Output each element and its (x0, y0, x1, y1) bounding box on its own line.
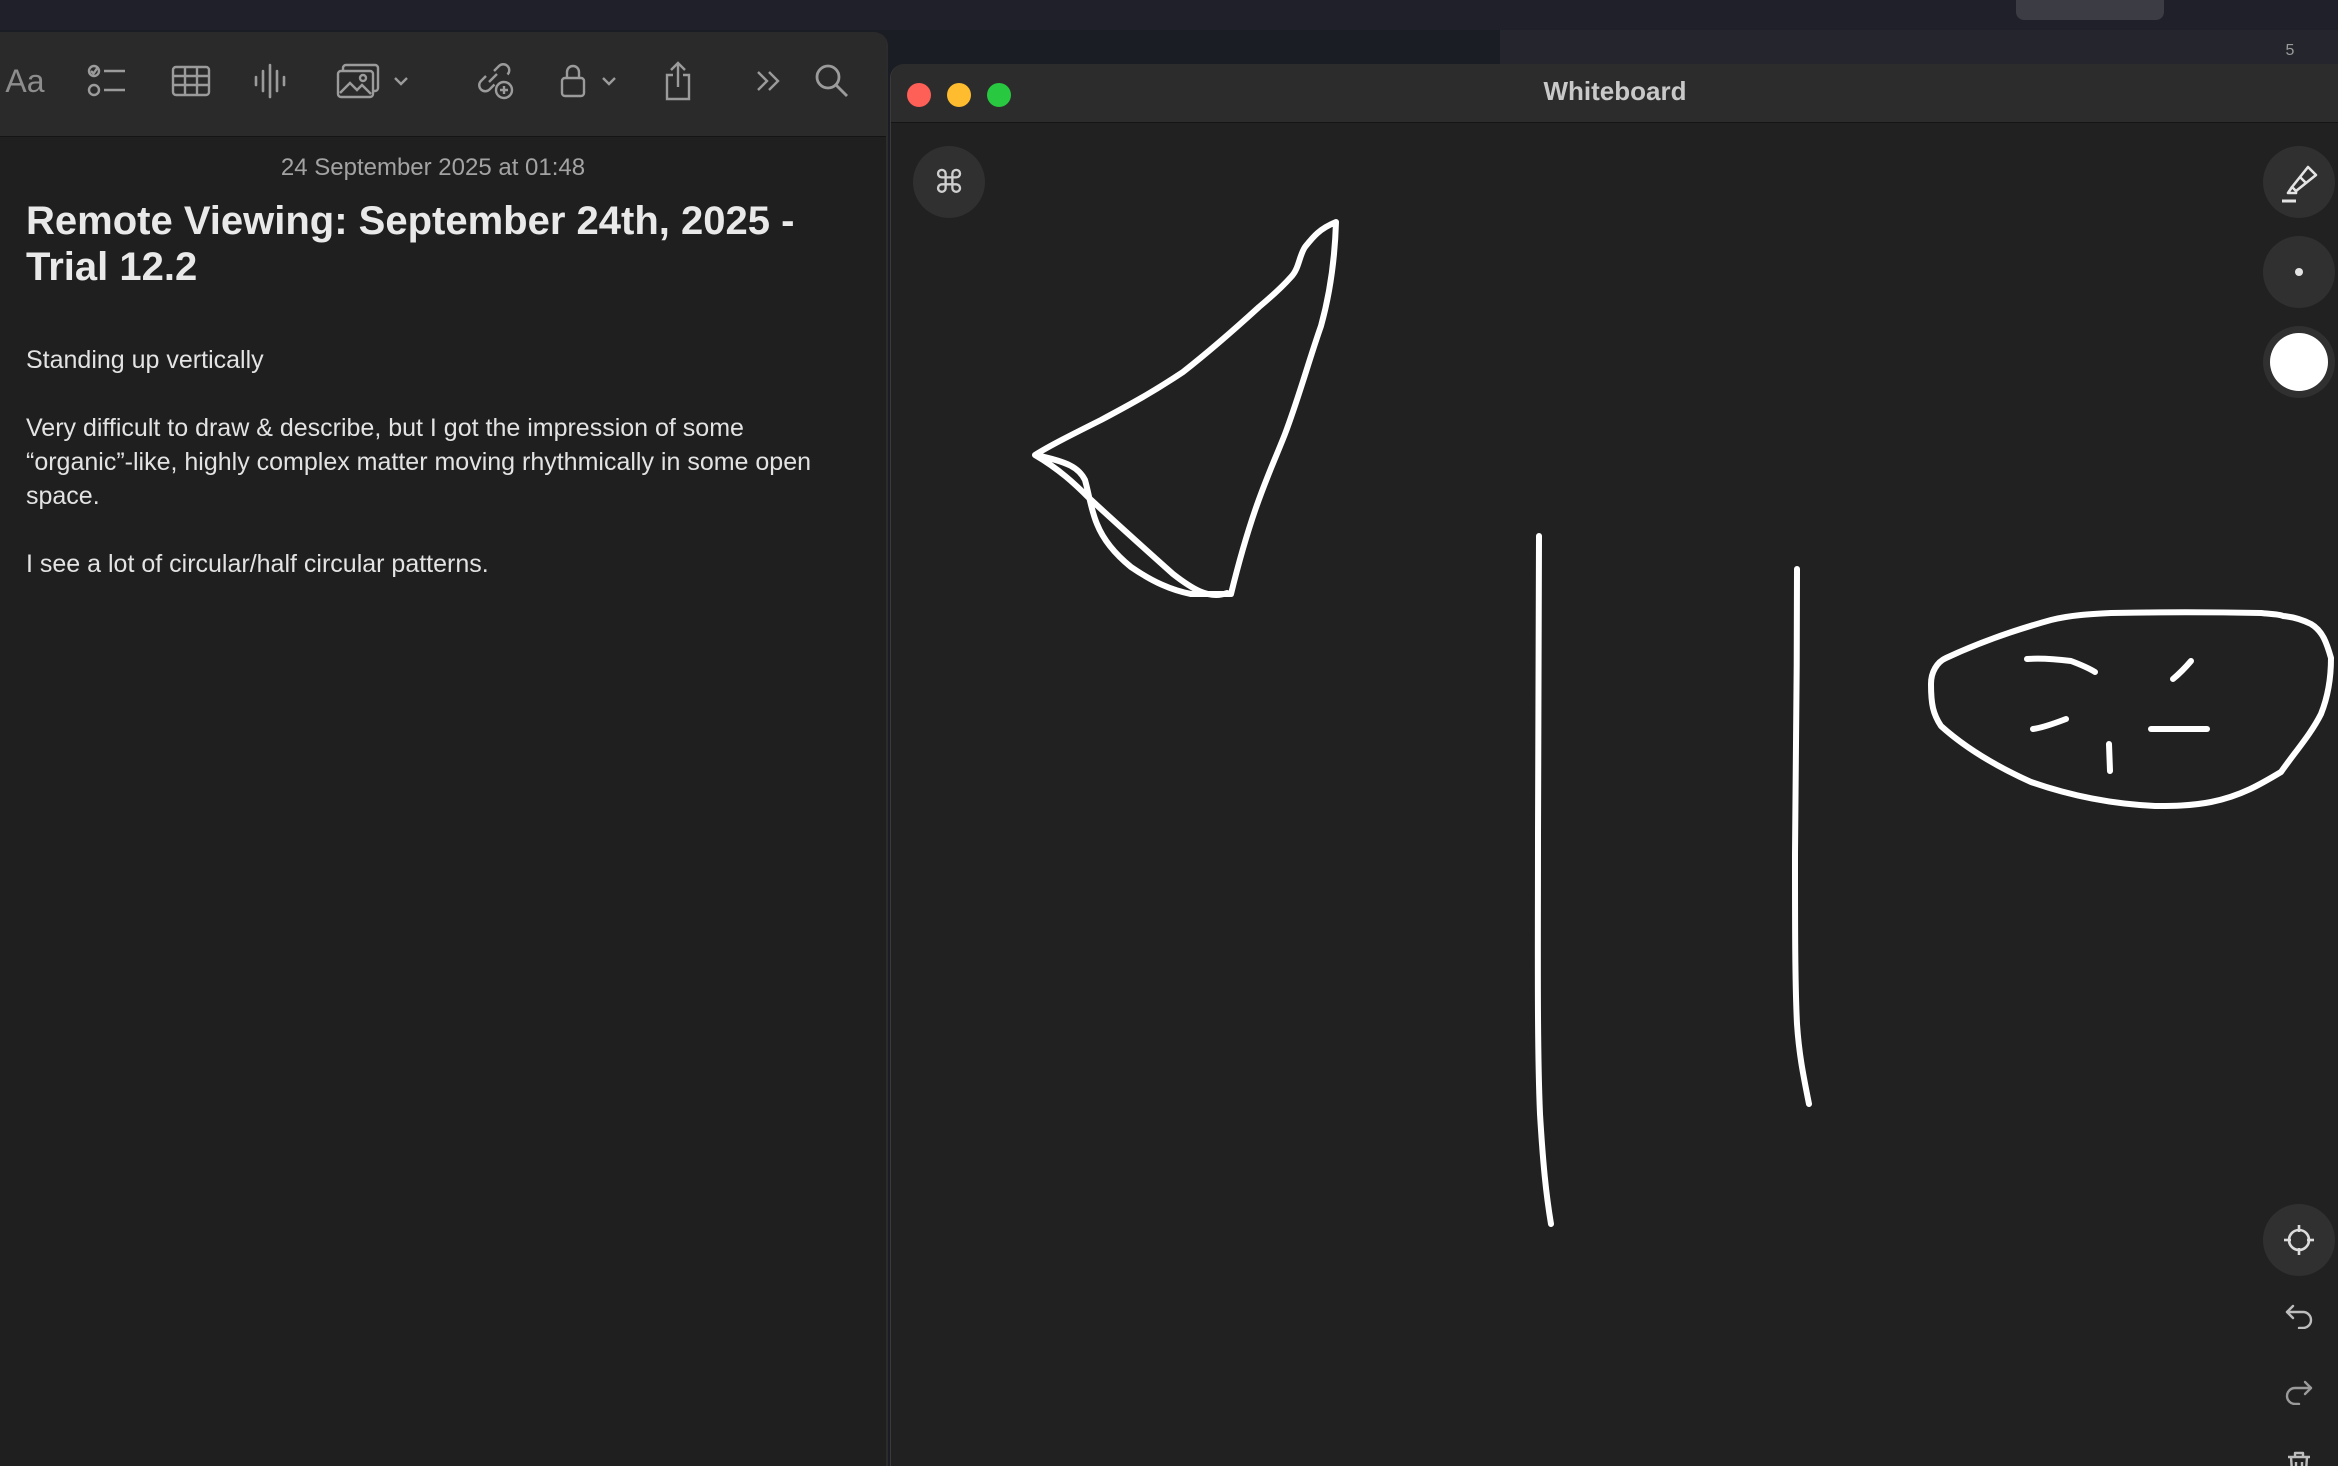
extension-badge: 5 (2285, 42, 2295, 59)
note-date: 24 September 2025 at 01:48 (280, 154, 586, 181)
whiteboard-title: Whiteboard (1543, 76, 1687, 106)
table-icon[interactable] (168, 58, 214, 104)
color-white-swatch[interactable] (2263, 326, 2335, 398)
stroke-line-right (1792, 566, 1812, 1107)
stroke-face-eye-left (2030, 716, 2069, 732)
stroke-face-mark (2106, 741, 2113, 774)
browser-background-tab[interactable] (2016, 0, 2164, 20)
format-button[interactable]: Aa (0, 58, 50, 104)
brush-size-dot-icon[interactable] (2263, 236, 2335, 308)
chevron-down-icon[interactable] (598, 58, 620, 104)
redo-icon[interactable] (2269, 1362, 2329, 1422)
stroke-face-outline (1928, 609, 2334, 809)
note-paragraph[interactable]: Very difficult to draw & describe, but I… (26, 411, 856, 513)
checklist-icon[interactable] (84, 58, 130, 104)
stroke-line-left (1534, 533, 1554, 1227)
drawing-canvas[interactable] (891, 64, 2338, 1466)
lock-icon[interactable] (556, 58, 590, 104)
media-icon[interactable] (334, 58, 382, 104)
search-icon[interactable] (812, 58, 852, 104)
command-menu-button[interactable]: ⌘ (913, 146, 985, 218)
notes-window: Aa 24 September 2025 at 01:48 Remote Vie… (0, 32, 888, 1466)
recenter-icon[interactable] (2263, 1204, 2335, 1276)
highlighter-icon[interactable] (2263, 146, 2335, 218)
notes-toolbar: Aa (0, 32, 886, 137)
undo-icon[interactable] (2269, 1286, 2329, 1346)
trash-icon[interactable] (2269, 1436, 2329, 1466)
whiteboard-window: Whiteboard ⌘ (890, 64, 2338, 1466)
chevron-down-icon[interactable] (390, 58, 412, 104)
whiteboard-titlebar: Whiteboard (891, 64, 2338, 123)
share-icon[interactable] (660, 58, 696, 104)
stroke-face-brow-right (2170, 658, 2194, 682)
note-paragraph[interactable]: I see a lot of circular/half circular pa… (26, 547, 856, 581)
audio-icon[interactable] (250, 58, 290, 104)
stroke-face-brow-left (2024, 655, 2098, 675)
more-icon[interactable] (752, 58, 786, 104)
stroke-triangle (1032, 219, 1339, 598)
link-icon[interactable] (472, 58, 516, 104)
note-paragraph[interactable]: Standing up vertically (26, 343, 856, 377)
browser-background-bar (0, 0, 2338, 30)
note-title[interactable]: Remote Viewing: September 24th, 2025 - T… (26, 198, 846, 290)
